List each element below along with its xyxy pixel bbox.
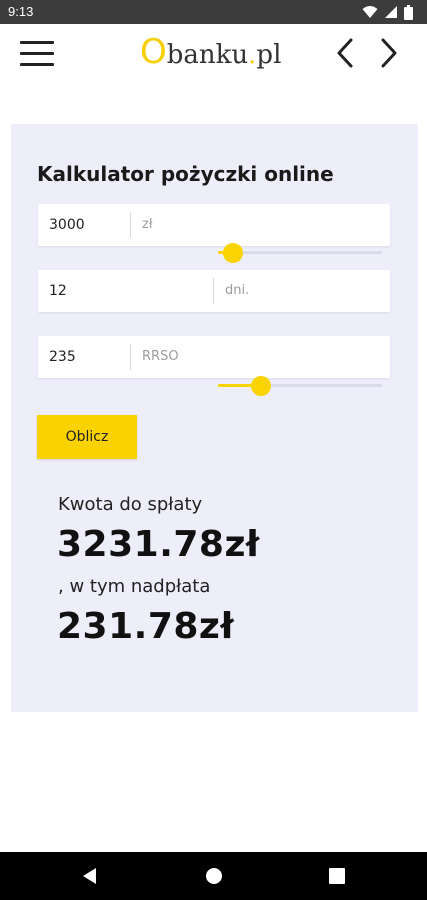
status-icons [362, 4, 413, 20]
home-circle-icon[interactable] [202, 864, 226, 888]
field-divider [130, 212, 131, 238]
app-header: O banku . pl [0, 24, 427, 84]
logo-dot: . [248, 40, 257, 70]
logo-text: banku [166, 40, 249, 70]
status-bar: 9:13 [0, 0, 427, 24]
chevron-left-icon[interactable] [330, 36, 360, 70]
back-triangle-icon[interactable] [78, 864, 102, 888]
total-label: Kwota do spłaty [58, 494, 203, 515]
amount-unit: zł [142, 217, 153, 232]
rrso-unit: RRSO [142, 349, 179, 364]
wifi-icon [362, 6, 378, 18]
days-value[interactable]: 12 [49, 270, 67, 312]
overpay-label: , w tym nadpłata [58, 576, 211, 597]
chevron-right-icon[interactable] [374, 36, 404, 70]
obanku-logo[interactable]: O banku . pl [140, 30, 281, 74]
amount-slider[interactable] [218, 242, 382, 264]
logo-o: O [140, 32, 167, 72]
slider-thumb[interactable] [223, 243, 243, 263]
loan-calculator-card: Kalkulator pożyczki online 3000 zł 12 dn… [11, 124, 418, 712]
rrso-slider[interactable] [218, 375, 382, 397]
days-field[interactable]: 12 dni. [38, 270, 390, 312]
days-unit: dni. [225, 283, 250, 298]
total-value: 3231.78zł [57, 524, 260, 565]
battery-icon [404, 4, 413, 20]
rrso-value[interactable]: 235 [49, 336, 76, 378]
slider-thumb[interactable] [251, 376, 271, 396]
system-nav-bar [0, 852, 427, 900]
calculate-button[interactable]: Oblicz [37, 415, 137, 459]
field-divider [130, 344, 131, 370]
hamburger-menu-icon[interactable] [20, 38, 56, 68]
field-divider [213, 278, 214, 304]
calculator-title: Kalkulator pożyczki online [37, 162, 334, 186]
overpay-value: 231.78zł [57, 606, 235, 647]
recents-square-icon[interactable] [325, 864, 349, 888]
rrso-field[interactable]: 235 RRSO [38, 336, 390, 378]
cellular-signal-icon [385, 6, 397, 18]
logo-suffix: pl [256, 40, 282, 70]
status-time: 9:13 [8, 4, 34, 19]
amount-value[interactable]: 3000 [49, 204, 85, 246]
amount-field[interactable]: 3000 zł [38, 204, 390, 246]
